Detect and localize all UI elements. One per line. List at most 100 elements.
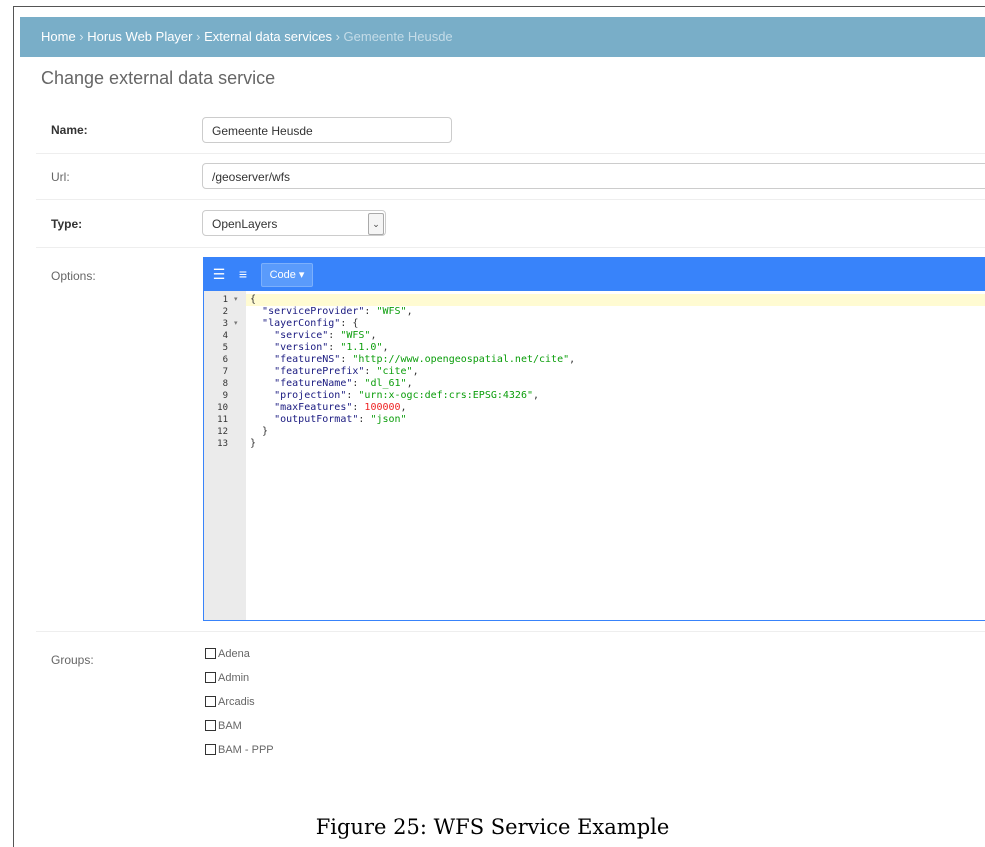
code-line: { [246, 294, 985, 306]
code-token: , [370, 330, 377, 341]
line-number: 12 [217, 427, 228, 437]
code-line: } [246, 426, 985, 438]
code-token: : [346, 390, 359, 401]
code-token: "cite" [376, 366, 413, 377]
code-token: { [250, 294, 257, 305]
json-editor[interactable]: ☰ ≡ Code ▾ 1 ▾ 2 3 ▾ 4 5 6 7 8 9 10 11 12 13 { "servic… [203, 257, 985, 621]
code-token: : [340, 354, 353, 365]
code-token: "WFS" [376, 306, 407, 317]
options-label: Options: [51, 269, 96, 283]
line-number: 1 [222, 295, 228, 305]
code-line: "outputFormat": "json" [246, 414, 985, 426]
name-label: Name: [51, 123, 88, 137]
code-token: "featurePrefix" [274, 366, 365, 377]
code-area[interactable]: { "serviceProvider": "WFS", "layerConfig… [246, 291, 985, 620]
code-token: , [382, 342, 389, 353]
code-token: "dl_61" [364, 378, 407, 389]
type-select-value: OpenLayers [212, 217, 278, 231]
line-number: 9 [222, 391, 228, 401]
code-token: } [250, 426, 269, 437]
line-number: 2 [222, 307, 228, 317]
checkbox[interactable] [205, 696, 216, 707]
figure-caption: Figure 25: WFS Service Example [315, 815, 670, 839]
page-title: Change external data service [41, 68, 276, 88]
code-token: : [328, 330, 341, 341]
group-label: Arcadis [218, 696, 255, 708]
breadcrumb-current: Gemeente Heusde [343, 29, 453, 44]
code-token: , [569, 354, 576, 365]
format-json-icon[interactable]: ☰ [210, 266, 228, 282]
group-label: Adena [218, 648, 250, 660]
checkbox[interactable] [205, 744, 216, 755]
breadcrumb-home[interactable]: Home [41, 29, 76, 44]
code-token: "projection" [274, 390, 347, 401]
group-checkbox-item[interactable]: Arcadis [205, 695, 255, 709]
code-token: , [406, 306, 413, 317]
checkbox[interactable] [205, 672, 216, 683]
code-token: "http://www.opengeospatial.net/cite" [352, 354, 570, 365]
line-number: 8 [222, 379, 228, 389]
group-checkbox-item[interactable]: Admin [205, 671, 249, 685]
code-token: : [352, 402, 365, 413]
code-line: } [246, 438, 985, 450]
editor-menu: ☰ ≡ Code ▾ [204, 258, 985, 291]
code-token: 100000 [364, 402, 401, 413]
group-checkbox-item[interactable]: BAM - PPP [205, 743, 274, 757]
code-token: : { [340, 318, 359, 329]
mode-code-button[interactable]: Code ▾ [261, 263, 313, 287]
code-token: "version" [274, 342, 329, 353]
code-token: "layerConfig" [262, 318, 341, 329]
fold-toggle-icon[interactable]: ▾ [234, 318, 238, 330]
code-line: "layerConfig": { [246, 318, 985, 330]
breadcrumb-external-data-services[interactable]: External data services [204, 29, 332, 44]
code-token: : [364, 306, 377, 317]
group-checkbox-item[interactable]: Adena [205, 647, 250, 661]
line-number: 13 [217, 439, 228, 449]
code-token: "service" [274, 330, 329, 341]
code-line: "featureName": "dl_61", [246, 378, 985, 390]
fold-toggle-icon[interactable]: ▾ [234, 294, 238, 306]
chevron-down-icon[interactable]: ⌄ [368, 213, 384, 235]
name-field[interactable]: Gemeente Heusde [202, 117, 452, 143]
type-select[interactable]: OpenLayers ⌄ [202, 210, 386, 236]
code-token: , [406, 378, 413, 389]
code-token: "json" [370, 414, 407, 425]
breadcrumb-horus-web-player[interactable]: Horus Web Player [87, 29, 192, 44]
code-line: "serviceProvider": "WFS", [246, 306, 985, 318]
url-field[interactable]: /geoserver/wfs [202, 163, 985, 189]
checkbox[interactable] [205, 720, 216, 731]
code-token: } [250, 438, 257, 449]
code-line: "maxFeatures": 100000, [246, 402, 985, 414]
code-token: : [352, 378, 365, 389]
code-token: : [358, 414, 371, 425]
code-token: "outputFormat" [274, 414, 359, 425]
code-line: "featureNS": "http://www.opengeospatial.… [246, 354, 985, 366]
group-checkbox-item[interactable]: BAM [205, 719, 242, 733]
checkbox[interactable] [205, 648, 216, 659]
code-line: "service": "WFS", [246, 330, 985, 342]
line-number: 3 [222, 319, 228, 329]
groups-label: Groups: [51, 653, 94, 667]
code-token: , [412, 366, 419, 377]
compact-json-icon[interactable]: ≡ [234, 266, 252, 282]
group-label: BAM [218, 720, 242, 732]
code-token: "urn:x-ogc:def:crs:EPSG:4326" [358, 390, 533, 401]
code-line: "projection": "urn:x-ogc:def:crs:EPSG:43… [246, 390, 985, 402]
line-number: 5 [222, 343, 228, 353]
group-label: BAM - PPP [218, 744, 274, 756]
line-number: 10 [217, 403, 228, 413]
breadcrumb: Home › Horus Web Player › External data … [20, 17, 985, 57]
code-line: "featurePrefix": "cite", [246, 366, 985, 378]
code-token: : [328, 342, 341, 353]
url-label: Url: [51, 170, 70, 184]
line-number: 4 [222, 331, 228, 341]
line-number: 7 [222, 367, 228, 377]
